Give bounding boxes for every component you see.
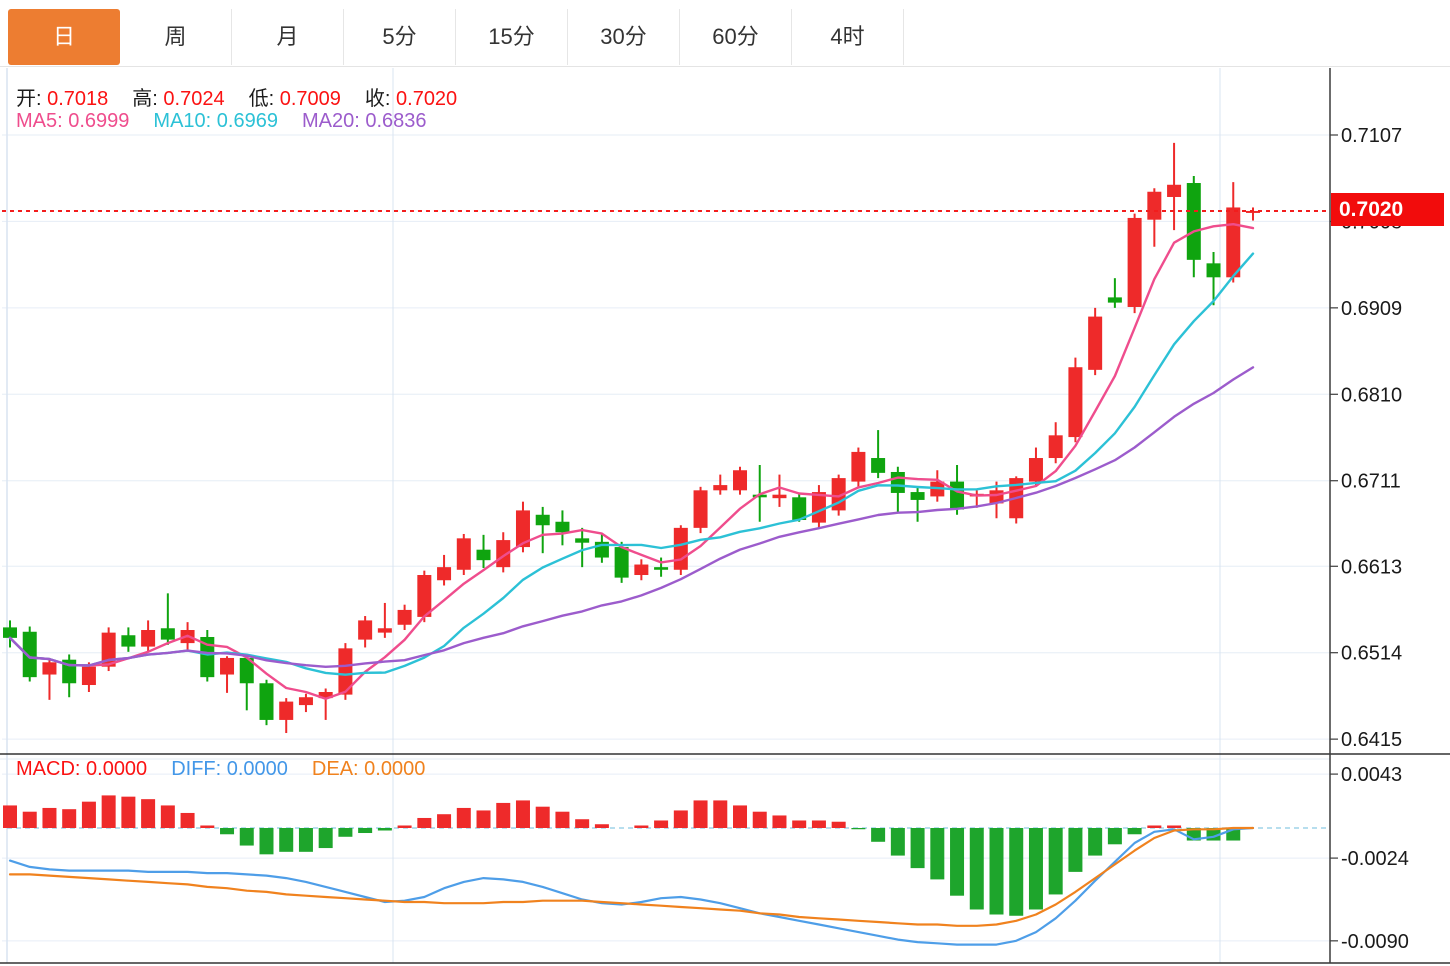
readout-item: MA10: 0.6969 [153,110,278,132]
readout-item: 开: 0.7018 [16,88,108,110]
readout-item: 高: 0.7024 [132,88,224,110]
readout-item: 收: 0.7020 [365,88,457,110]
chart-canvas[interactable]: 0.71070.70080.69090.68100.67110.66130.65… [0,0,1450,966]
macd-readout: MACD: 0.0000 DIFF: 0.0000 DEA: 0.0000 [16,758,449,781]
axis-tick-label: -0.0090 [1341,931,1409,953]
axis-tick-label: 0.6711 [1341,471,1401,493]
axis-tick-label: 0.6810 [1341,384,1402,406]
readout-item: MA20: 0.6836 [302,110,427,132]
ma20-line [10,367,1253,666]
last-price-value: 0.7020 [1339,198,1403,221]
ohlc-readout: 开: 0.7018 高: 0.7024 低: 0.7009 收: 0.7020 [16,82,481,111]
axis-tick-label: 0.6909 [1341,298,1402,320]
axis-tick-label: -0.0024 [1341,848,1409,870]
trading-chart-app: 日周月5分15分30分60分4时 开: 0.7018高: 0.7024低: 0.… [0,0,1450,966]
readout-item: MA5: 0.6999 [16,110,129,132]
ma-readout: MA5: 0.6999 MA10: 0.6969 MA20: 0.6836 [16,110,451,133]
axis-tick-label: 0.6514 [1341,643,1402,665]
axis-tick-label: 0.7107 [1341,125,1402,147]
ma10-line [10,254,1253,675]
readout-item: 低: 0.7009 [249,88,341,110]
last-price-tag: 0.7020 [1331,193,1444,226]
axis-tick-label: 0.6613 [1341,556,1402,578]
readout-item: MACD: 0.0000 [16,758,147,780]
readout-item: DEA: 0.0000 [312,758,425,780]
axis-tick-label: 0.0043 [1341,764,1402,786]
dea-line [10,828,1253,926]
readout-item: DIFF: 0.0000 [171,758,288,780]
ma5-line [10,224,1253,699]
price-axis-labels: 0.71070.70080.69090.68100.67110.66130.65… [1330,125,1409,953]
axis-tick-label: 0.6415 [1341,729,1402,751]
candles-layer [3,143,1260,733]
macd-histogram [3,795,1240,915]
